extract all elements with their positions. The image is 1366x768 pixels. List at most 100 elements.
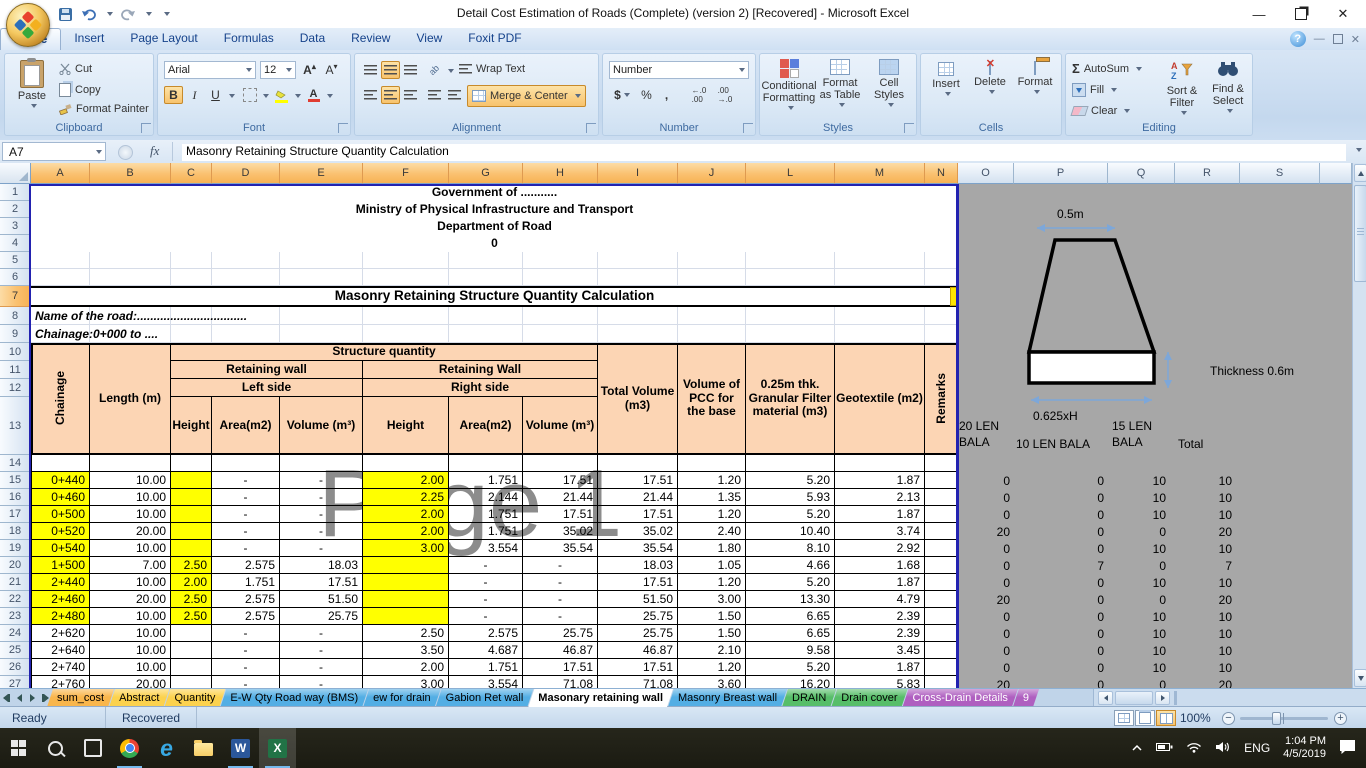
header-area-left[interactable]: Area(m2) — [212, 397, 280, 455]
row-header-19[interactable]: 19 — [0, 540, 31, 557]
row-header-13[interactable]: 13 — [0, 397, 31, 455]
clock[interactable]: 1:04 PM 4/5/2019 — [1283, 735, 1326, 761]
font-family-combo[interactable]: Arial — [164, 61, 256, 79]
cell-D19[interactable]: - — [212, 540, 280, 557]
cell-M16[interactable]: 2.13 — [835, 489, 925, 506]
cell-Q20[interactable]: 0 — [1108, 557, 1168, 574]
chainage-range-cell[interactable]: Chainage:0+000 to .... — [31, 325, 551, 343]
cell-R21[interactable]: 10 — [1172, 574, 1234, 591]
row-header-14[interactable]: 14 — [0, 455, 31, 472]
cell-H18[interactable]: 35.02 — [523, 523, 598, 540]
workbook-minimize-icon[interactable]: — — [1314, 33, 1325, 45]
clear-button[interactable]: Clear — [1070, 105, 1131, 117]
bottom-align-button[interactable] — [401, 61, 420, 79]
cell-F17[interactable]: 2.00 — [363, 506, 449, 523]
cell-F27[interactable]: 3.00 — [363, 676, 449, 688]
cell-E23[interactable]: 25.75 — [280, 608, 363, 625]
cell-O23[interactable]: 0 — [958, 608, 1012, 625]
header-total-volume[interactable]: Total Volume (m3) — [598, 343, 678, 455]
cell-R22[interactable]: 20 — [1172, 591, 1234, 608]
header-volume-left[interactable]: Volume (m³) — [280, 397, 363, 455]
format-painter-button[interactable]: Format Painter — [59, 103, 149, 115]
cell-D23[interactable]: 2.575 — [212, 608, 280, 625]
cell-B27[interactable]: 20.00 — [90, 676, 171, 688]
column-header-I[interactable]: I — [598, 163, 678, 184]
zoom-out-button[interactable]: − — [1222, 712, 1235, 725]
wrap-text-button[interactable]: Wrap Text — [459, 63, 525, 75]
align-right-button[interactable] — [401, 86, 420, 104]
cell-O25[interactable]: 0 — [958, 642, 1012, 659]
row-header-21[interactable]: 21 — [0, 574, 31, 591]
cell-Q17[interactable]: 10 — [1108, 506, 1168, 523]
gridline-cell-J6[interactable] — [678, 269, 746, 286]
cell-F21[interactable] — [363, 574, 449, 591]
column-header-Q[interactable]: Q — [1108, 163, 1175, 184]
sort-filter-button[interactable]: AZ Sort & Filter — [1160, 60, 1204, 116]
cell-A25[interactable]: 2+640 — [31, 642, 90, 659]
cell-N26[interactable] — [925, 659, 958, 676]
cell-L21[interactable]: 5.20 — [746, 574, 835, 591]
increase-decimal-button[interactable]: ←.0.00 — [687, 86, 711, 104]
horizontal-scroll-thumb[interactable] — [1115, 691, 1153, 705]
scroll-left-icon[interactable] — [1098, 691, 1113, 705]
cell-F15[interactable]: 2.00 — [363, 472, 449, 489]
row-header-8[interactable]: 8 — [0, 307, 31, 325]
gridline-cell-D6[interactable] — [212, 269, 280, 286]
cell-N24[interactable] — [925, 625, 958, 642]
insert-function-icon[interactable]: fx — [150, 143, 159, 159]
cell-G17[interactable]: 1.751 — [449, 506, 523, 523]
cell-H20[interactable]: - — [523, 557, 598, 574]
row-header-17[interactable]: 17 — [0, 506, 31, 523]
cell-G21[interactable]: - — [449, 574, 523, 591]
styles-dialog-launcher[interactable] — [904, 123, 914, 133]
cell-B15[interactable]: 10.00 — [90, 472, 171, 489]
cell-D24[interactable]: - — [212, 625, 280, 642]
cell-M25[interactable]: 3.45 — [835, 642, 925, 659]
cell-I21[interactable]: 17.51 — [598, 574, 678, 591]
cell-Q19[interactable]: 10 — [1108, 540, 1168, 557]
cell-A17[interactable]: 0+500 — [31, 506, 90, 523]
cell-F25[interactable]: 3.50 — [363, 642, 449, 659]
file-explorer-button[interactable] — [185, 728, 222, 768]
row-header-26[interactable]: 26 — [0, 659, 31, 676]
chrome-taskbar-button[interactable] — [111, 728, 148, 768]
cell-N19[interactable] — [925, 540, 958, 557]
percent-style-button[interactable]: % — [637, 86, 656, 104]
cell-H27[interactable]: 71.08 — [523, 676, 598, 688]
doc-header-row-1[interactable]: Government of ........... — [31, 184, 958, 201]
row-header-4[interactable]: 4 — [0, 235, 31, 252]
language-indicator[interactable]: ENG — [1244, 741, 1270, 755]
vertical-scrollbar[interactable] — [1352, 163, 1366, 688]
cell-G25[interactable]: 4.687 — [449, 642, 523, 659]
cell-P17[interactable]: 0 — [1014, 506, 1106, 523]
cell-C14[interactable] — [171, 455, 212, 472]
accounting-format-button[interactable]: $ — [609, 86, 635, 104]
cell-O26[interactable]: 0 — [958, 659, 1012, 676]
cell-I18[interactable]: 35.02 — [598, 523, 678, 540]
cell-P20[interactable]: 7 — [1014, 557, 1106, 574]
insert-cells-button[interactable]: Insert — [925, 62, 967, 97]
cell-C19[interactable] — [171, 540, 212, 557]
sheet-tab-cross-drain-details[interactable]: Cross-Drain Details — [903, 689, 1018, 707]
gridline-cell-M9[interactable] — [835, 325, 925, 343]
row-header-27[interactable]: 27 — [0, 676, 31, 688]
cell-M24[interactable]: 2.39 — [835, 625, 925, 642]
column-header-J[interactable]: J — [678, 163, 746, 184]
cell-E27[interactable]: - — [280, 676, 363, 688]
cell-D17[interactable]: - — [212, 506, 280, 523]
align-left-button[interactable] — [361, 86, 380, 104]
cell-G18[interactable]: 1.751 — [449, 523, 523, 540]
cell-C26[interactable] — [171, 659, 212, 676]
cell-M27[interactable]: 5.83 — [835, 676, 925, 688]
header-left-side[interactable]: Left side — [171, 379, 363, 397]
conditional-formatting-button[interactable]: Conditional Formatting — [761, 59, 817, 111]
cell-G23[interactable]: - — [449, 608, 523, 625]
cell-J27[interactable]: 3.60 — [678, 676, 746, 688]
column-header-C[interactable]: C — [171, 163, 212, 184]
cell-D16[interactable]: - — [212, 489, 280, 506]
ribbon-tab-view[interactable]: View — [403, 28, 455, 49]
cell-B19[interactable]: 10.00 — [90, 540, 171, 557]
cell-Q15[interactable]: 10 — [1108, 472, 1168, 489]
cell-R18[interactable]: 20 — [1172, 523, 1234, 540]
cell-R27[interactable]: 20 — [1172, 676, 1234, 689]
